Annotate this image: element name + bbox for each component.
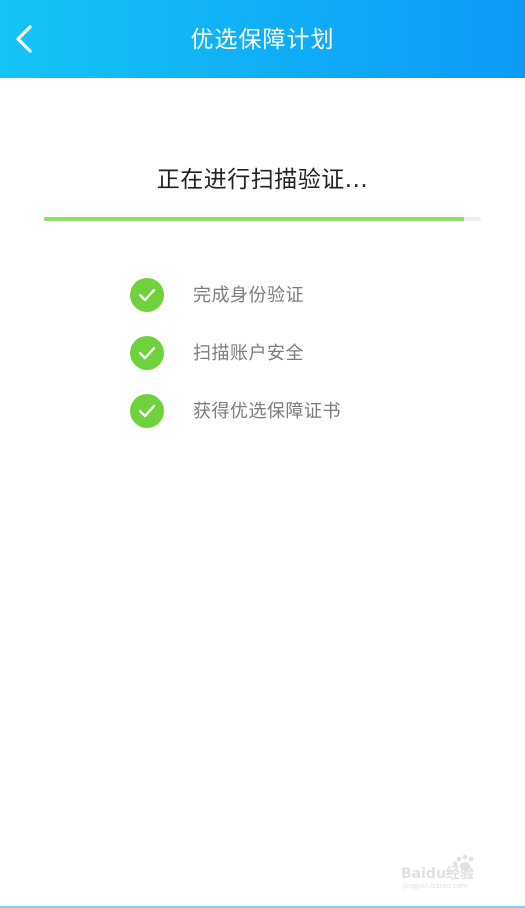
verification-steps: 完成身份验证 扫描账户安全 获得优选保障证书 — [130, 278, 460, 452]
scan-progress-bar — [44, 217, 481, 221]
step-item-account-scan: 扫描账户安全 — [130, 336, 460, 370]
svg-text:Baidu经验: Baidu经验 — [401, 865, 475, 882]
step-item-identity: 完成身份验证 — [130, 278, 460, 312]
step-label: 扫描账户安全 — [193, 343, 304, 364]
check-circle-icon — [130, 394, 164, 428]
check-circle-icon — [130, 336, 164, 370]
app-header: 优选保障计划 — [0, 0, 525, 78]
page-title: 优选保障计划 — [190, 27, 335, 53]
check-circle-icon — [130, 278, 164, 312]
svg-text:jingyan.baidu.com: jingyan.baidu.com — [402, 882, 468, 890]
baidu-jingyan-watermark: Baidu经验 jingyan.baidu.com — [401, 854, 475, 890]
scan-progress-fill — [44, 217, 464, 221]
step-label: 获得优选保障证书 — [193, 401, 341, 422]
scan-status-title: 正在进行扫描验证... — [156, 167, 369, 193]
step-label: 完成身份验证 — [193, 285, 304, 306]
step-item-certificate: 获得优选保障证书 — [130, 394, 460, 428]
